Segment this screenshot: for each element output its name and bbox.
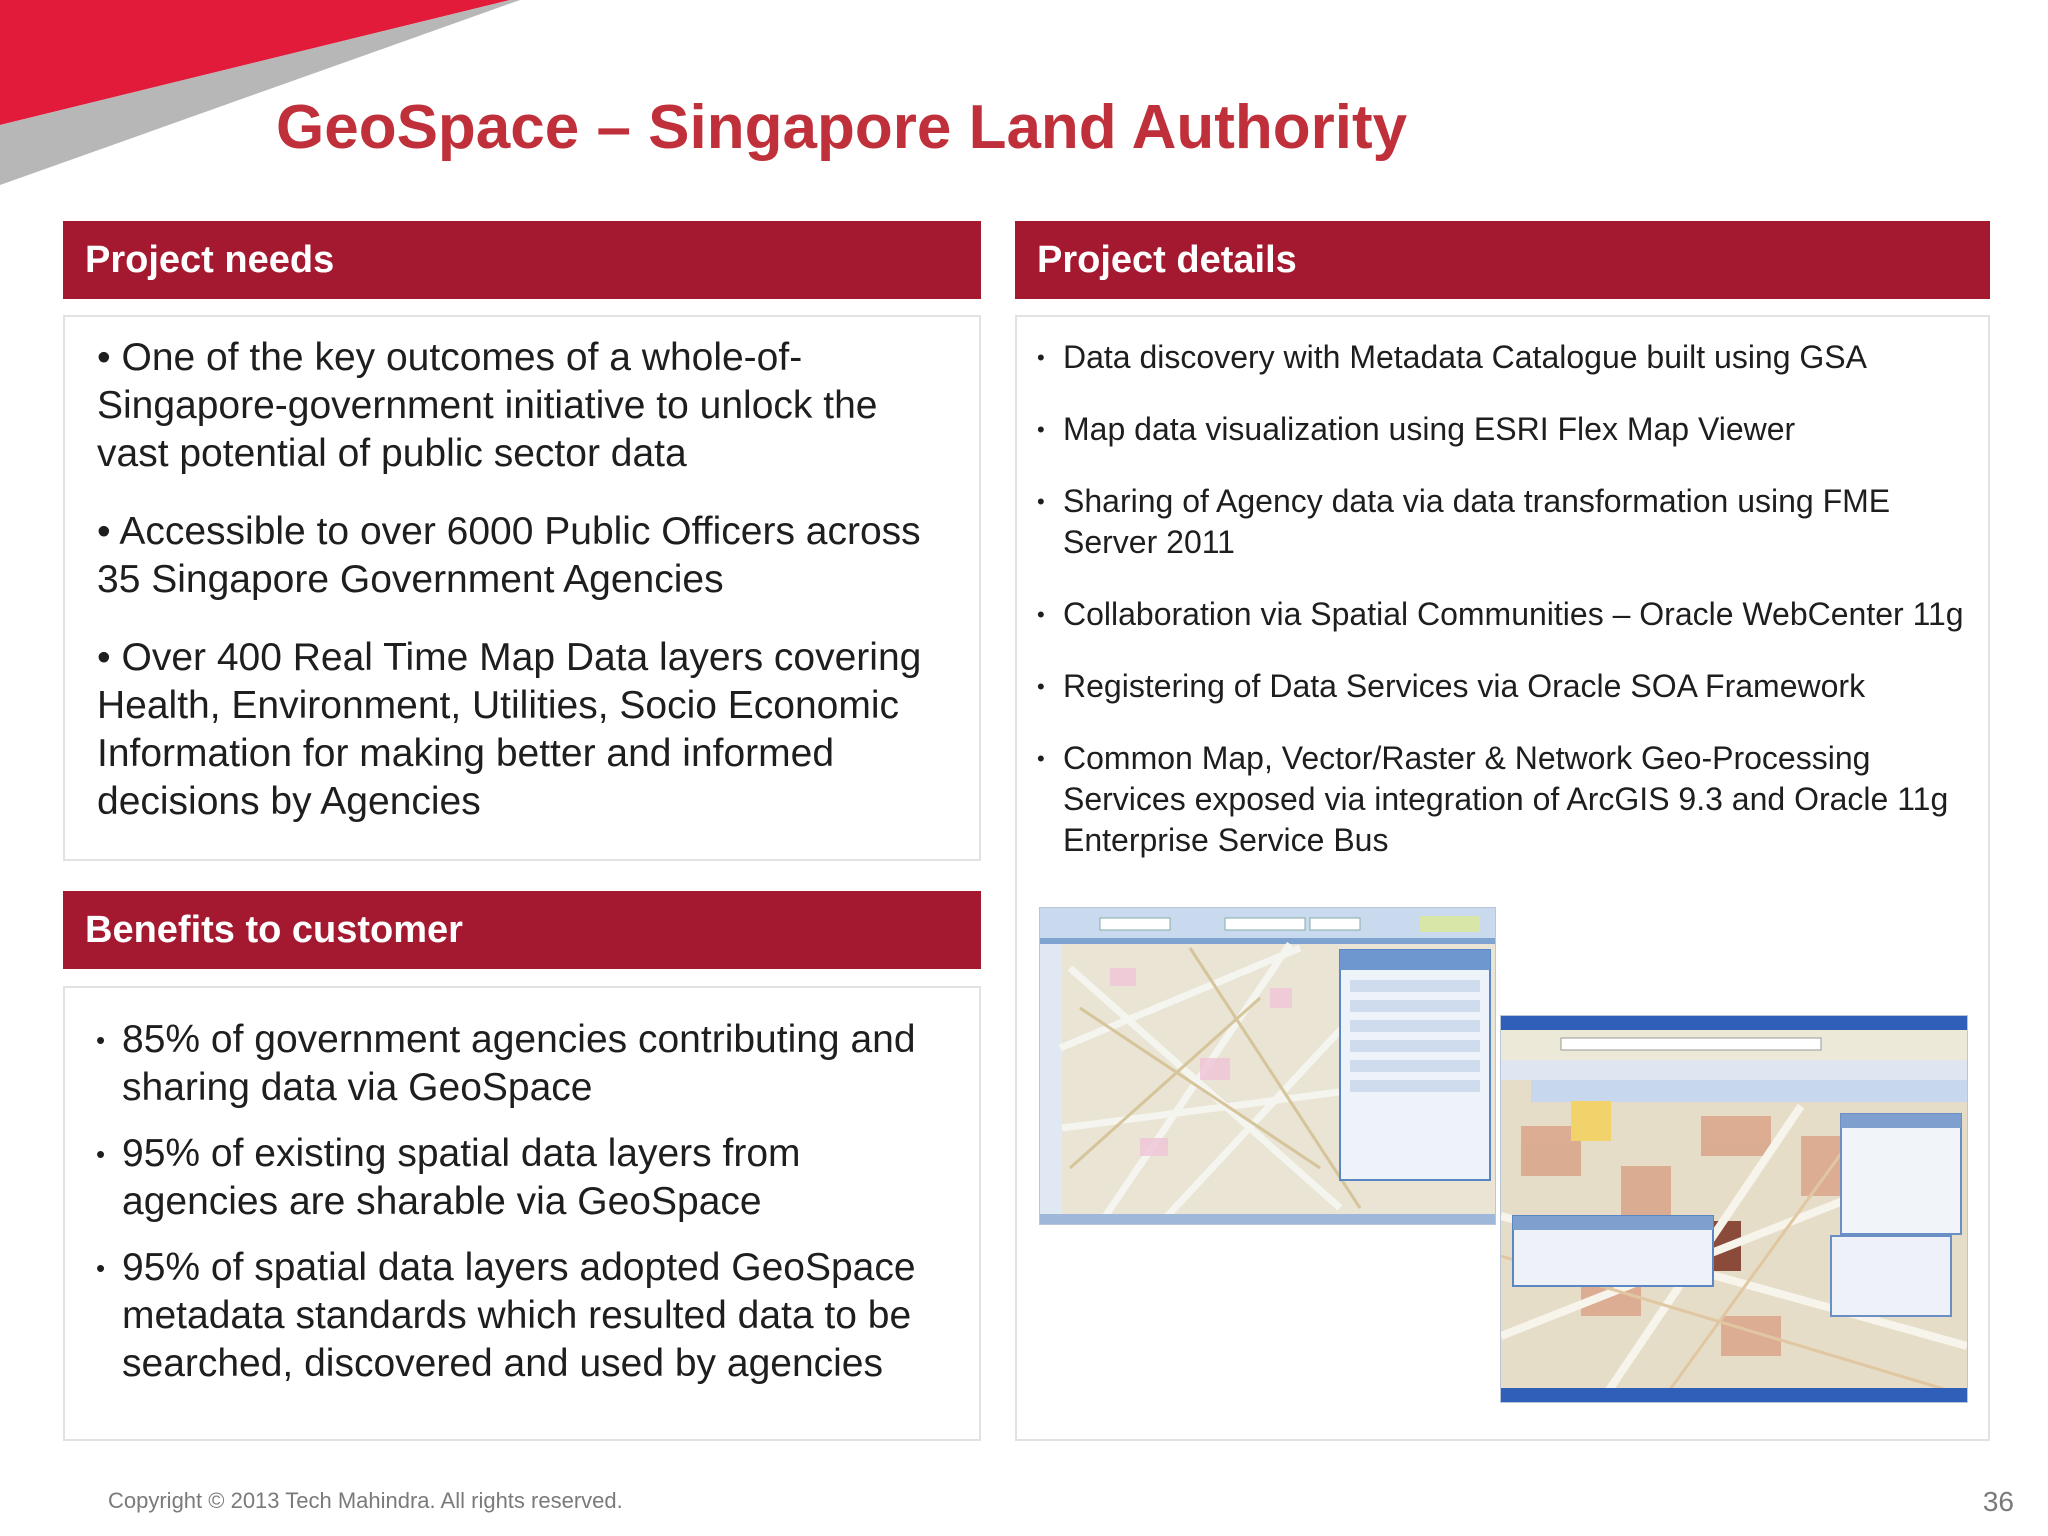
detail-text: Sharing of Agency data via data transfor…	[1063, 483, 1891, 560]
project-needs-panel: • One of the key outcomes of a whole-of-…	[63, 315, 981, 861]
detail-item: • Map data visualization using ESRI Flex …	[1037, 409, 1970, 450]
project-needs-header-label: Project needs	[85, 239, 335, 281]
detail-item: • Data discovery with Metadata Catalogue…	[1037, 337, 1970, 378]
benefit-item: • 85% of government agencies contributin…	[96, 1016, 959, 1112]
bullet-icon: •	[1037, 417, 1045, 442]
bullet-icon: •	[1037, 746, 1045, 771]
detail-text: Common Map, Vector/Raster & Network Geo-…	[1063, 740, 1949, 858]
detail-item: • Registering of Data Services via Oracle…	[1037, 666, 1970, 707]
map-viewer-image	[1040, 908, 1495, 1224]
benefit-item: • 95% of spatial data layers adopted Geo…	[96, 1244, 959, 1388]
bullet-icon: •	[1037, 602, 1045, 627]
detail-text: Collaboration via Spatial Communities – …	[1063, 596, 1964, 632]
benefit-text: 85% of government agencies contributing …	[122, 1018, 916, 1109]
detail-item: • Collaboration via Spatial Communities –…	[1037, 594, 1970, 635]
needs-item: • One of the key outcomes of a whole-of-…	[97, 336, 878, 475]
benefits-panel: • 85% of government agencies contributin…	[63, 986, 981, 1441]
bullet-icon: •	[1037, 345, 1045, 370]
detail-text: Map data visualization using ESRI Flex M…	[1063, 411, 1796, 447]
bullet-icon: •	[96, 1025, 106, 1055]
benefit-text: 95% of existing spatial data layers from…	[122, 1132, 801, 1223]
page-number: 36	[1982, 1486, 2014, 1517]
browser-map-screenshot	[1500, 1015, 1968, 1403]
project-details-header: Project details	[1015, 221, 1990, 299]
detail-text: Data discovery with Metadata Catalogue b…	[1063, 339, 1867, 375]
bullet-icon: •	[96, 1139, 106, 1169]
copyright-footer: Copyright © 2013 Tech Mahindra. All righ…	[108, 1488, 623, 1513]
benefits-header-label: Benefits to customer	[85, 909, 463, 951]
detail-text: Registering of Data Services via Oracle …	[1063, 668, 1866, 704]
project-needs-header: Project needs	[63, 221, 981, 299]
project-details-header-label: Project details	[1037, 239, 1297, 281]
slide-title: GeoSpace – Singapore Land Authority	[276, 93, 1408, 162]
detail-item: • Sharing of Agency data via data transfo…	[1037, 481, 1970, 563]
benefits-header: Benefits to customer	[63, 891, 981, 969]
map-viewer-screenshot	[1039, 907, 1496, 1225]
browser-map-image	[1501, 1016, 1967, 1402]
bullet-icon: •	[1037, 489, 1045, 514]
bullet-icon: •	[1037, 674, 1045, 699]
detail-item: • Common Map, Vector/Raster & Network Geo…	[1037, 738, 1970, 861]
benefit-item: • 95% of existing spatial data layers fr…	[96, 1130, 959, 1226]
needs-item: • Over 400 Real Time Map Data layers cov…	[97, 636, 922, 823]
benefit-text: 95% of spatial data layers adopted GeoSp…	[122, 1246, 916, 1385]
needs-item: • Accessible to over 6000 Public Officer…	[97, 510, 921, 601]
bullet-icon: •	[96, 1253, 106, 1283]
